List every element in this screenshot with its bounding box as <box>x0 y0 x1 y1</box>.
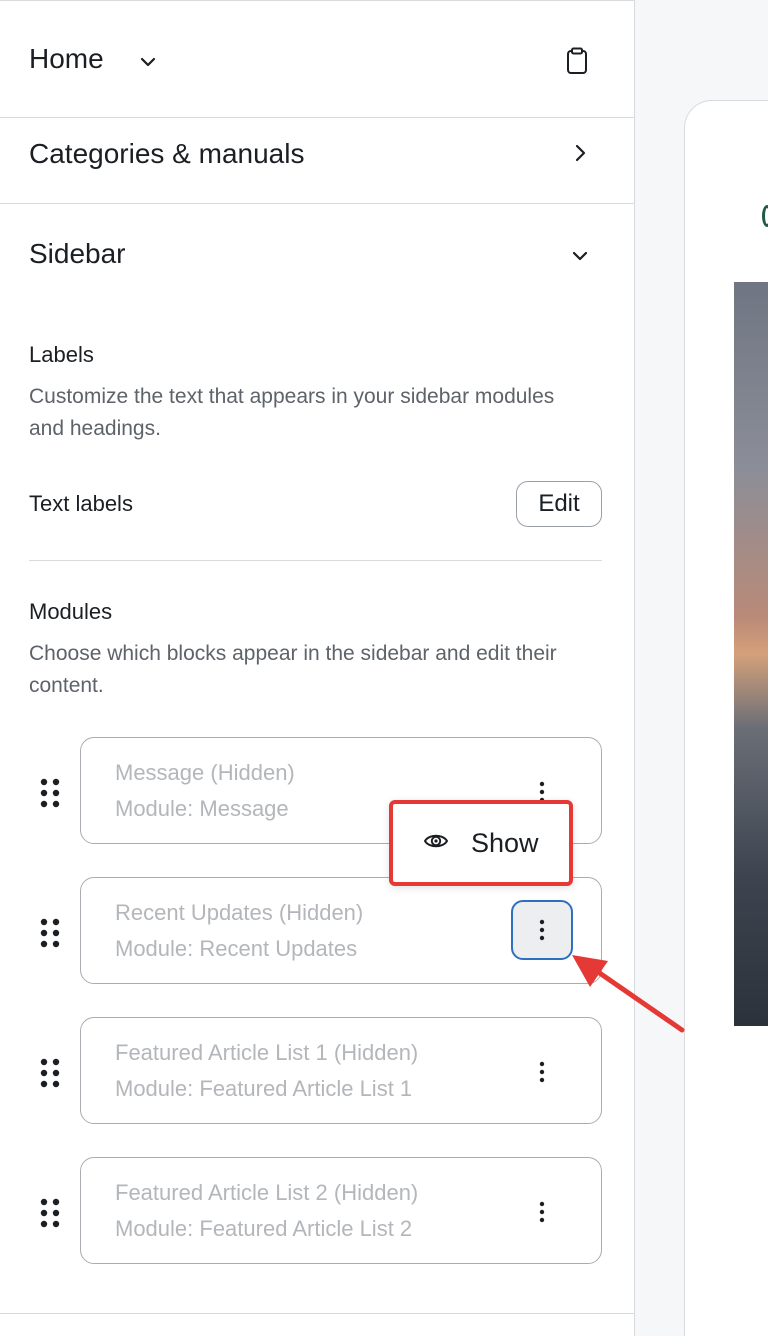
edit-button[interactable]: Edit <box>516 481 602 527</box>
text-labels-label: Text labels <box>29 491 133 516</box>
module-item-featured-article-list-2[interactable]: Featured Article List 2 (Hidden) Module:… <box>80 1157 602 1264</box>
labels-description: Customize the text that appears in your … <box>29 385 555 440</box>
drag-handle-icon[interactable] <box>38 1197 62 1229</box>
drag-handle-icon[interactable] <box>38 777 62 809</box>
chevron-down-icon <box>572 251 588 261</box>
module-subtitle: Module: Message <box>115 796 289 821</box>
module-subtitle: Module: Featured Article List 2 <box>115 1216 413 1241</box>
popover-pointer <box>531 885 551 895</box>
kebab-icon <box>539 919 545 941</box>
settings-panel: Home Categories & manuals Sidebar Labels… <box>0 0 635 1336</box>
module-title: Featured Article List 1 (Hidden) <box>115 1040 419 1065</box>
chevron-right-icon <box>575 144 586 162</box>
module-title: Message (Hidden) <box>115 760 295 785</box>
divider <box>0 1313 634 1314</box>
page-title: Home <box>29 43 104 74</box>
preview-logo <box>762 205 768 227</box>
eye-icon <box>423 834 449 848</box>
page-selector[interactable]: Home <box>0 1 634 117</box>
show-label: Show <box>471 828 539 858</box>
show-menu-item[interactable]: Show <box>393 804 569 882</box>
module-item-recent-updates[interactable]: Recent Updates (Hidden) Module: Recent U… <box>80 877 602 984</box>
module-item-featured-article-list-1[interactable]: Featured Article List 1 (Hidden) Module:… <box>80 1017 602 1124</box>
annotation-arrow <box>572 955 685 1033</box>
modules-description: Choose which blocks appear in the sideba… <box>29 642 557 697</box>
module-title: Recent Updates (Hidden) <box>115 900 364 925</box>
drag-handle-icon[interactable] <box>38 917 62 949</box>
sidebar-section-header[interactable]: Sidebar <box>0 204 634 304</box>
sidebar-title: Sidebar <box>29 238 126 269</box>
clipboard-icon[interactable] <box>565 47 589 75</box>
categories-label: Categories & manuals <box>29 138 305 169</box>
module-title: Featured Article List 2 (Hidden) <box>115 1180 419 1205</box>
module-options-menu: Show <box>389 800 573 886</box>
divider <box>29 560 602 561</box>
categories-manuals-row[interactable]: Categories & manuals <box>0 118 634 204</box>
kebab-icon <box>539 1061 545 1083</box>
labels-heading: Labels <box>29 342 94 367</box>
more-options-button[interactable] <box>511 1042 573 1102</box>
drag-handle-icon[interactable] <box>38 1057 62 1089</box>
chevron-down-icon[interactable] <box>138 52 158 72</box>
modules-heading: Modules <box>29 599 113 624</box>
kebab-icon <box>539 1201 545 1223</box>
preview-hero-image <box>734 282 768 1026</box>
module-subtitle: Module: Featured Article List 1 <box>115 1076 413 1101</box>
more-options-button[interactable] <box>511 1182 573 1242</box>
module-subtitle: Module: Recent Updates <box>115 936 358 961</box>
